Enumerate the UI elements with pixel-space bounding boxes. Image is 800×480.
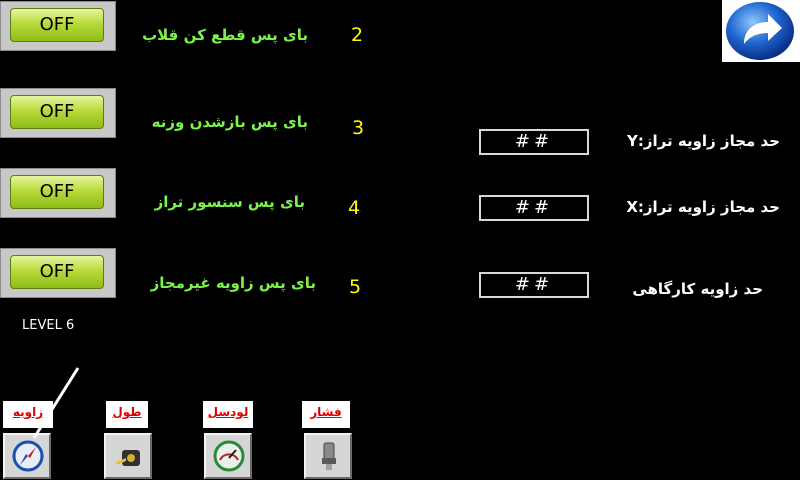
bypass-toggle-4[interactable]: OFF [10,175,104,209]
bypass-toggle-3[interactable]: OFF [10,95,104,129]
y-angle-limit-field[interactable]: ## [479,129,589,155]
row-label-2: بای پس قطع کن قلاب [142,26,308,44]
row-label-3: بای پس بازشدن وزنه [151,113,308,131]
forward-arrow-icon [726,2,794,60]
site-angle-limit-label: حد زاویه کارگاهی [632,280,763,298]
row-number-3: 3 [352,117,365,139]
pointer-arrow-icon [32,367,80,439]
y-angle-limit-label: حد مجاز زاویه تراز:Y [627,132,780,150]
tape-measure-icon [116,450,140,466]
nav-loadcell-button[interactable] [204,433,252,479]
x-angle-limit-label: حد مجاز زاویه تراز:X [626,198,780,216]
row-number-4: 4 [348,197,361,219]
level-indicator: LEVEL 6 [22,318,75,333]
site-angle-limit-field[interactable]: ## [479,272,589,298]
nav-label-loadcell: لودسل [203,401,253,428]
nav-pressure-button[interactable] [304,433,352,479]
bypass-toggle-frame-4: OFF [0,168,116,218]
x-angle-limit-field[interactable]: ## [479,195,589,221]
bypass-toggle-frame-5: OFF [0,248,116,298]
nav-label-pressure: فشار [302,401,350,428]
nav-length-button[interactable] [104,433,152,479]
row-label-4: بای پس سنسور تراز [154,193,305,211]
nav-label-length: طول [106,401,148,428]
row-number-2: 2 [351,24,364,46]
row-label-5: بای پس زاویه غیرمجاز [150,274,316,292]
bypass-toggle-5[interactable]: OFF [10,255,104,289]
bypass-toggle-2[interactable]: OFF [10,8,104,42]
bypass-toggle-frame-2: OFF [0,1,116,51]
gauge-icon [213,440,245,472]
navigate-button[interactable] [722,0,800,62]
pressure-sensor-icon [322,442,336,470]
row-number-5: 5 [349,276,362,298]
bypass-toggle-frame-3: OFF [0,88,116,138]
